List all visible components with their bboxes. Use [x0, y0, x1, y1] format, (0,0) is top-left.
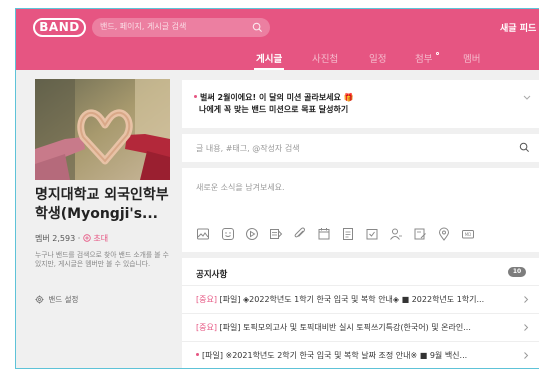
- mission-title: 벌써 2월이에요! 이 달의 미션 골라보세요 🎁: [194, 92, 354, 103]
- chevron-right-icon: [524, 296, 529, 303]
- band-page: BAND 밴드, 페이지, 게시글 검색 새글 피드 게시글 사진첩 일정 첨부…: [15, 8, 539, 369]
- invite-button[interactable]: 초대: [83, 234, 108, 243]
- band-title: 명지대학교 외국인학부학생(Myongji's...: [35, 187, 169, 222]
- location-pin-icon[interactable]: [437, 227, 451, 241]
- sticker-icon[interactable]: [221, 227, 235, 241]
- pink-dot-icon: [196, 353, 199, 356]
- notice-item[interactable]: [중요] [파일] 토픽모의고사 및 토픽대비반 실시 토픽쓰기특강(한국어) …: [182, 313, 539, 340]
- compose-placeholder: 새로운 소식을 남겨보세요.: [196, 183, 285, 192]
- post-search-input[interactable]: 글 내용, #태그, @작성자 검색: [182, 134, 539, 162]
- tab-schedule[interactable]: 일정: [369, 51, 386, 65]
- notice-item[interactable]: [파일] ※2021학년도 2학기 한국 입국 및 복학 날짜 조정 안내※ ■…: [182, 341, 539, 368]
- video-icon[interactable]: [245, 227, 259, 241]
- search-placeholder: 밴드, 페이지, 게시글 검색: [100, 22, 187, 31]
- chevron-right-icon: [524, 324, 529, 331]
- search-icon[interactable]: [519, 142, 530, 153]
- active-tab-indicator: [254, 68, 284, 70]
- mission-banner[interactable]: 벌써 2월이에요! 이 달의 미션 골라보세요 🎁 나에게 꼭 맞는 밴드 미션…: [182, 80, 539, 128]
- band-settings-button[interactable]: 밴드 설정: [35, 294, 78, 305]
- notice-text: [파일] ※2021학년도 2학기 한국 입국 및 복학 날짜 조정 안내※ ■…: [196, 350, 506, 361]
- band-description: 누구나 밴드를 검색으로 찾아 밴드 소개를 볼 수 있지만, 게시글은 멤버만…: [35, 251, 169, 268]
- gear-icon: [35, 295, 44, 304]
- notice-title: 공지사항: [196, 270, 228, 280]
- notice-text: [중요] [파일] 토픽모의고사 및 토픽대비반 실시 토픽쓰기특강(한국어) …: [196, 323, 471, 332]
- chevron-right-icon: [524, 352, 529, 359]
- chevron-down-icon[interactable]: [522, 92, 532, 102]
- vote-icon[interactable]: [341, 227, 355, 241]
- band-logo[interactable]: BAND: [33, 18, 86, 37]
- person-icon[interactable]: [389, 227, 403, 241]
- band-settings-label: 밴드 설정: [48, 295, 79, 304]
- search-input[interactable]: 밴드, 페이지, 게시글 검색: [92, 18, 270, 37]
- pink-dot-icon: [194, 95, 197, 98]
- svg-text:MD: MD: [465, 232, 472, 237]
- search-icon[interactable]: [252, 22, 263, 33]
- compose-box[interactable]: 새로운 소식을 남겨보세요. MD: [182, 168, 539, 252]
- live-icon[interactable]: [269, 227, 283, 241]
- markdown-icon[interactable]: MD: [461, 227, 475, 241]
- tab-bar: 게시글 사진첩 일정 첨부 멤버: [16, 46, 539, 70]
- band-cover-image: [35, 79, 170, 180]
- invite-label: 초대: [93, 234, 109, 243]
- band-info-panel: 명지대학교 외국인학부학생(Myongji's... 멤버 2,593 · 초대…: [30, 70, 170, 368]
- notice-item[interactable]: [중요] [파일] ◈2022학년도 1학기 한국 입국 및 복학 안내◈ ■ …: [182, 285, 539, 312]
- new-dot-badge: [436, 52, 439, 55]
- mission-subtitle: 나에게 꼭 맞는 밴드 미션으로 목표 달성하기: [199, 105, 349, 114]
- notice-text: [중요] [파일] ◈2022학년도 1학기 한국 입국 및 복학 안내◈ ■ …: [196, 295, 485, 304]
- member-count-label[interactable]: 멤버 2,593: [35, 234, 75, 243]
- notice-count-badge: 10: [508, 267, 526, 277]
- new-feed-link[interactable]: 새글 피드: [500, 21, 536, 34]
- tab-attachments[interactable]: 첨부: [415, 51, 432, 65]
- attachment-icon[interactable]: [293, 227, 307, 241]
- checklist-icon[interactable]: [365, 227, 379, 241]
- notice-panel: 공지사항 10 [중요] [파일] ◈2022학년도 1학기 한국 입국 및 복…: [182, 258, 539, 368]
- top-bar: BAND 밴드, 페이지, 게시글 검색 새글 피드: [16, 9, 539, 46]
- photo-icon[interactable]: [196, 227, 210, 241]
- tab-members[interactable]: 멤버: [463, 51, 480, 65]
- calendar-icon[interactable]: [317, 227, 331, 241]
- document-edit-icon[interactable]: [413, 227, 427, 241]
- tab-posts[interactable]: 게시글: [256, 51, 282, 65]
- tab-photos[interactable]: 사진첩: [312, 51, 338, 65]
- plus-circle-icon: [83, 234, 91, 242]
- member-count: 멤버 2,593 · 초대: [35, 234, 109, 243]
- post-search-placeholder: 글 내용, #태그, @작성자 검색: [196, 144, 300, 153]
